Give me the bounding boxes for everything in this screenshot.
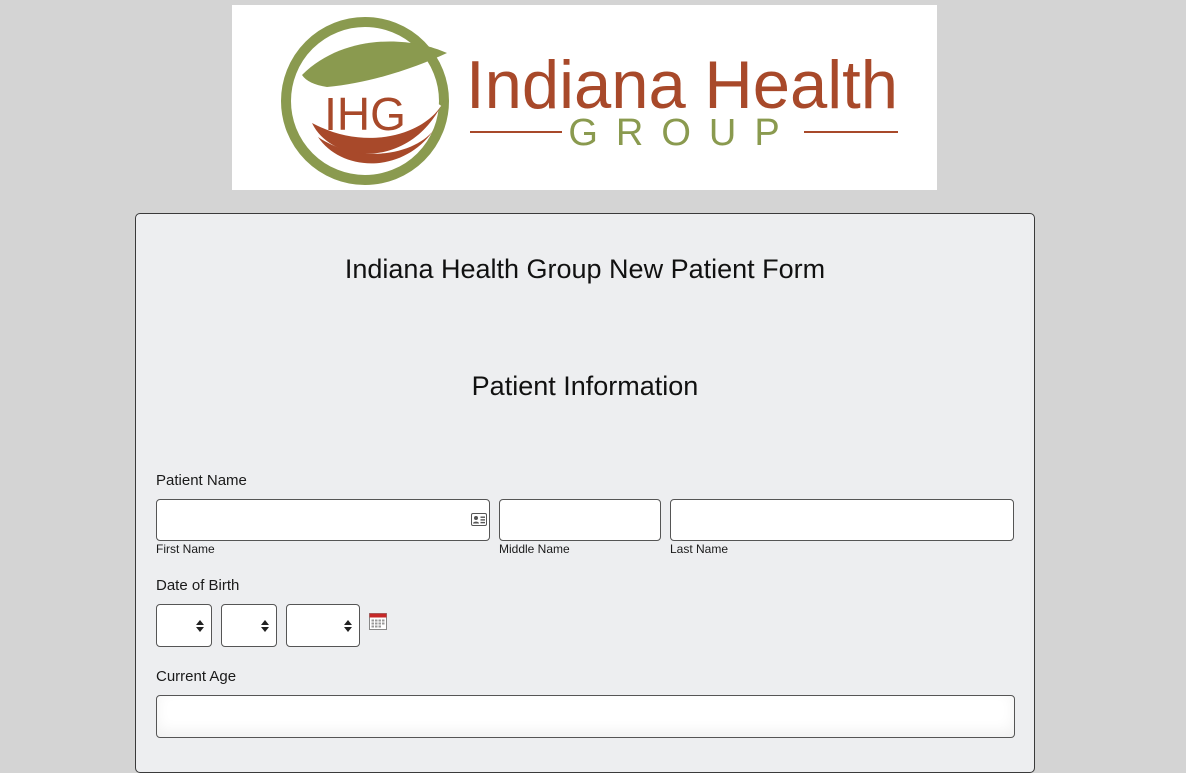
dob-month-select[interactable] bbox=[156, 604, 212, 647]
middle-name-sublabel: Middle Name bbox=[499, 542, 570, 556]
dob-year-select[interactable] bbox=[286, 604, 360, 647]
select-arrows-icon bbox=[344, 620, 352, 632]
select-arrows-icon bbox=[196, 620, 204, 632]
section-title: Patient Information bbox=[471, 371, 699, 401]
logo-banner: IHG Indiana Health GROUP bbox=[232, 5, 937, 190]
logo-monogram: IHG bbox=[324, 88, 406, 140]
current-age-input[interactable] bbox=[156, 695, 1015, 738]
select-arrows-icon bbox=[261, 620, 269, 632]
first-name-sublabel: First Name bbox=[156, 542, 215, 556]
dob-day-select[interactable] bbox=[221, 604, 277, 647]
date-of-birth-label: Date of Birth bbox=[156, 577, 240, 594]
last-name-input[interactable] bbox=[670, 499, 1014, 541]
patient-name-label: Patient Name bbox=[156, 472, 247, 489]
last-name-sublabel: Last Name bbox=[670, 542, 729, 556]
form-card: Indiana Health Group New Patient Form Pa… bbox=[135, 213, 1035, 773]
contact-card-icon bbox=[471, 513, 487, 526]
middle-name-input[interactable] bbox=[499, 499, 661, 541]
current-age-label: Current Age bbox=[156, 668, 237, 685]
calendar-icon[interactable] bbox=[369, 612, 387, 630]
first-name-input[interactable] bbox=[156, 499, 490, 541]
ihg-logo: IHG Indiana Health GROUP bbox=[281, 17, 898, 185]
logo-name-line2: GROUP bbox=[568, 112, 797, 154]
form-title: Indiana Health Group New Patient Form bbox=[344, 254, 826, 284]
